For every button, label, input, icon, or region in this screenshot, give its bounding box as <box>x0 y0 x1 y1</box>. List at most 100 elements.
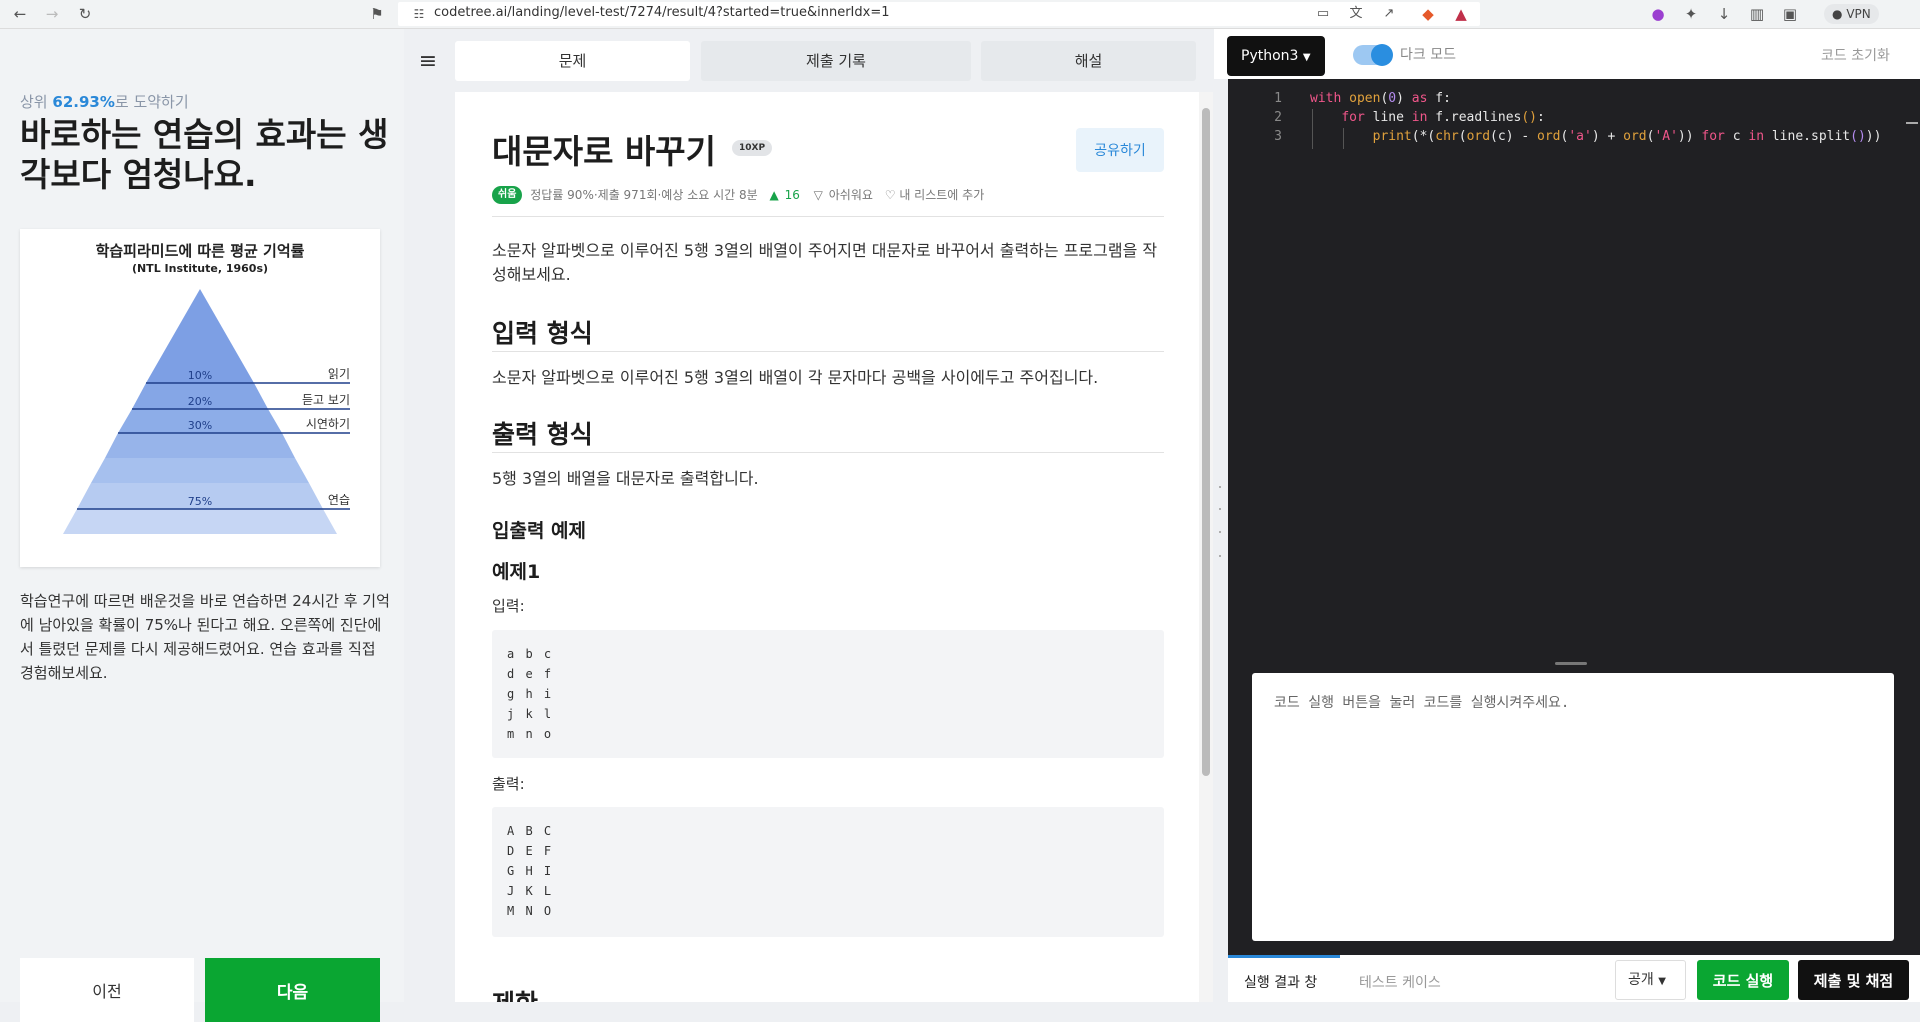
example-1-heading: 예제1 <box>492 561 541 583</box>
input-format-heading: 입력 형식 <box>492 319 593 348</box>
rank-suffix: 로 도약하기 <box>114 93 189 111</box>
dislike-label[interactable]: 아쉬워요 <box>829 184 873 206</box>
split-drag-handle[interactable] <box>1555 662 1587 665</box>
rank-prefix: 상위 <box>20 93 48 111</box>
example-output-text: A B C D E F G H I J K L M N O <box>507 824 554 918</box>
reset-code-button[interactable]: 코드 초기화 <box>1821 45 1890 65</box>
pyramid-tier-5 <box>91 458 309 483</box>
reload-icon[interactable]: ↻ <box>74 3 96 25</box>
extensions-icon[interactable]: ✦ <box>1680 3 1702 25</box>
left-panel: 상위 62.93%로 도약하기 바로하는 연습의 효과는 생각보다 엄청나요. … <box>0 29 404 1022</box>
resize-dot <box>1219 508 1221 510</box>
site-info-icon[interactable]: ☷ <box>408 3 430 25</box>
resize-dot <box>1219 555 1221 557</box>
pyramid-label-4: 연습 <box>328 493 350 507</box>
add-to-list-label[interactable]: 내 리스트에 추가 <box>899 184 984 206</box>
submit-button[interactable]: 제출 및 채점 <box>1798 960 1909 1000</box>
code-line-2: for line in f.readlines(): <box>1341 110 1545 125</box>
examples-heading: 입출력 예제 <box>492 520 587 542</box>
minimap-indicator <box>1906 122 1918 124</box>
heart-icon[interactable]: ♡ <box>885 184 896 206</box>
problem-meta: 쉬움 정답률 90%·제출 971회·예상 소요 시간 8분 ▲ 16 ▽ 아쉬… <box>492 183 984 205</box>
line-number: 1 <box>1274 91 1282 106</box>
tab-problem[interactable]: 문제 <box>455 41 690 81</box>
tab-solution[interactable]: 해설 <box>981 41 1196 81</box>
problem-title: 대문자로 바꾸기 <box>492 132 717 171</box>
next-button[interactable]: 다음 <box>205 958 380 1022</box>
translate-icon[interactable]: 文 <box>1345 3 1367 25</box>
divider <box>492 216 1164 217</box>
learning-pyramid-card: 10% 20% 30% 75% 읽기 듣고 보기 시연하기 연습 학습피라미드에… <box>20 229 380 567</box>
output-placeholder: 코드 실행 버튼을 눌러 코드를 실행시켜주세요. <box>1274 695 1570 711</box>
like-count: 16 <box>784 187 800 202</box>
caret-down-icon: ▼ <box>1302 52 1311 63</box>
previous-button[interactable]: 이전 <box>20 958 194 1022</box>
xp-badge: 10XP <box>732 140 773 156</box>
wallet-icon[interactable]: ▣ <box>1779 3 1801 25</box>
hamburger-menu-icon[interactable]: ≡ <box>416 50 440 74</box>
brave-shield-icon[interactable]: ◆ <box>1417 3 1439 25</box>
vpn-dot-icon: ● <box>1832 7 1843 21</box>
output-format-heading: 출력 형식 <box>492 420 593 449</box>
pyramid-label-3: 시연하기 <box>306 417 350 431</box>
difficulty-badge: 쉬움 <box>492 185 523 204</box>
pyramid-pct-2: 20% <box>188 395 212 408</box>
problem-stats: 정답률 90%·제출 971회·예상 소요 시간 8분 <box>530 187 758 202</box>
constraints-heading: 제한 <box>492 984 538 1002</box>
input-format-text: 소문자 알파벳으로 이루어진 5행 3열의 배열이 각 문자마다 공백을 사이에… <box>492 368 1099 387</box>
sidebar-toggle-icon[interactable]: ▥ <box>1746 3 1768 25</box>
share-button[interactable]: 공유하기 <box>1076 128 1164 172</box>
dark-mode-label: 다크 모드 <box>1400 47 1456 63</box>
pyramid-subtitle: (NTL Institute, 1960s) <box>131 262 269 275</box>
divider <box>492 452 1164 453</box>
bookmark-icon[interactable]: ⚑ <box>366 3 388 25</box>
share-page-icon[interactable]: ↗ <box>1378 3 1400 25</box>
language-select[interactable]: Python3 ▼ <box>1227 36 1325 76</box>
forward-icon[interactable]: → <box>41 3 63 25</box>
profile-icon[interactable]: ● <box>1647 3 1669 25</box>
rank-percent: 62.93% <box>52 93 115 111</box>
resize-dot <box>1219 531 1221 533</box>
code-editor[interactable]: 1 2 3 with open(0) as f: for line in f.r… <box>1228 79 1920 655</box>
active-tab-indicator <box>1228 955 1340 958</box>
example-output-label: 출력: <box>492 775 525 793</box>
example-output-box: A B C D E F G H I J K L M N O <box>492 807 1164 937</box>
run-code-button[interactable]: 코드 실행 <box>1697 960 1789 1000</box>
code-line-1: with open(0) as f: <box>1310 91 1451 106</box>
dark-mode-toggle[interactable] <box>1353 44 1393 66</box>
tab-run-result[interactable]: 실행 결과 창 <box>1244 972 1317 992</box>
example-input-box: a b c d e f g h i j k l m n o <box>492 630 1164 758</box>
example-input-label: 입력: <box>492 597 525 615</box>
caret-down-icon: ▼ <box>1658 976 1666 987</box>
pyramid-pct-4: 75% <box>188 495 212 508</box>
problem-statement: 소문자 알파벳으로 이루어진 5행 3열의 배열이 주어지면 대문자로 바꾸어서… <box>492 241 1158 284</box>
browser-toolbar: ← → ↻ ⚑ ☷ codetree.ai/landing/level-test… <box>0 0 1920 29</box>
thumbs-down-icon[interactable]: ▽ <box>814 184 823 206</box>
pyramid-label-1: 읽기 <box>328 367 350 381</box>
url-text: codetree.ai/landing/level-test/7274/resu… <box>434 5 890 20</box>
example-input-text: a b c d e f g h i j k l m n o <box>507 647 554 741</box>
divider <box>492 351 1164 352</box>
pyramid-pct-1: 10% <box>188 369 212 382</box>
output-format-text: 5행 3열의 배열을 대문자로 출력합니다. <box>492 469 759 488</box>
problem-scrollbar-thumb[interactable] <box>1202 108 1210 776</box>
download-icon[interactable]: ↓ <box>1713 3 1735 25</box>
pyramid-label-2: 듣고 보기 <box>302 393 350 407</box>
line-number: 3 <box>1274 129 1282 144</box>
back-icon[interactable]: ← <box>9 3 31 25</box>
thumbs-up-icon[interactable]: ▲ <box>770 184 779 206</box>
code-line-3: print(*(chr(ord(c) - ord('a') + ord('A')… <box>1372 129 1882 144</box>
pyramid-tier-4 <box>105 433 295 458</box>
pyramid-pct-3: 30% <box>188 419 212 432</box>
tab-submission-history[interactable]: 제출 기록 <box>701 41 971 81</box>
brave-rewards-icon[interactable]: ▲ <box>1450 3 1472 25</box>
language-value: Python3 <box>1241 48 1299 64</box>
visibility-select[interactable]: 공개 ▼ <box>1615 960 1686 1000</box>
pyramid-title: 학습피라미드에 따른 평균 기억률 <box>95 242 305 260</box>
learning-pyramid-graphic: 10% 20% 30% 75% 읽기 듣고 보기 시연하기 연습 <box>63 289 350 534</box>
vpn-button[interactable]: ● VPN <box>1824 4 1879 24</box>
resize-dot <box>1219 486 1221 488</box>
tab-test-cases[interactable]: 테스트 케이스 <box>1359 972 1441 992</box>
cast-icon[interactable]: ▭ <box>1312 3 1334 25</box>
headline: 바로하는 연습의 효과는 생각보다 엄청나요. <box>20 115 389 194</box>
